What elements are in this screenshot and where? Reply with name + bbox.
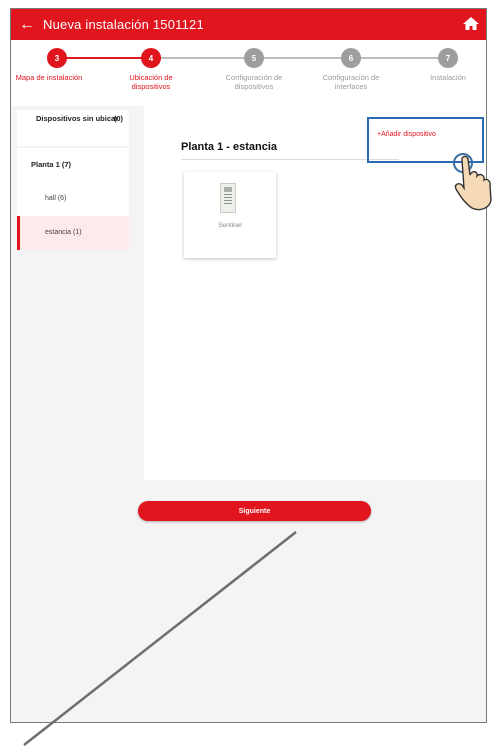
room-title: Planta 1 - estancia: [181, 141, 277, 153]
stepper-connector: [57, 57, 151, 59]
device-card-label: Sentinel: [218, 222, 242, 229]
step-7-label: Instalación: [430, 73, 466, 82]
step-6-dot[interactable]: 6: [341, 48, 361, 68]
step-5-dot[interactable]: 5: [244, 48, 264, 68]
device-card[interactable]: Sentinel: [184, 172, 276, 258]
sidebar-item-unplaced-devices[interactable]: Dispositivos sin ubicar (0): [17, 110, 129, 146]
app-window: ← Nueva instalación 1501121 3 4 5 6 7 Ma…: [10, 8, 487, 723]
sidebar-item-room-hall[interactable]: hall (6): [17, 182, 129, 216]
stepper-connector: [151, 57, 451, 59]
page-title: Nueva instalación 1501121: [43, 17, 204, 32]
step-4-label: Ubicación de dispositivos: [129, 73, 173, 91]
step-5-label: Configuración de dispositivos: [225, 73, 283, 91]
app-bar: ← Nueva instalación 1501121: [11, 9, 486, 40]
step-3-label: Mapa de instalación: [15, 73, 83, 82]
wizard-stepper: 3 4 5 6 7 Mapa de instalación Ubicación …: [11, 40, 486, 106]
room-devices-panel: Planta 1 - estancia +Añadir dispositivo …: [144, 104, 486, 480]
step-4-dot[interactable]: 4: [141, 48, 161, 68]
back-arrow-icon[interactable]: ←: [11, 9, 43, 40]
unplaced-devices-label: Dispositivos sin ubicar: [36, 114, 119, 123]
step-7-dot[interactable]: 7: [438, 48, 458, 68]
next-button[interactable]: Siguiente: [138, 501, 371, 521]
step-3-dot[interactable]: 3: [47, 48, 67, 68]
add-device-link[interactable]: +Añadir dispositivo: [377, 131, 436, 138]
step-6-label: Configuración de interfaces: [322, 73, 380, 91]
home-icon[interactable]: [462, 14, 480, 34]
add-device-highlight: +Añadir dispositivo: [367, 117, 484, 163]
room-sidebar: Dispositivos sin ubicar (0) Planta 1 (7)…: [17, 110, 129, 250]
thermostat-device-icon: [220, 183, 236, 213]
sidebar-item-floor[interactable]: Planta 1 (7): [17, 148, 129, 182]
sidebar-item-room-estancia[interactable]: estancia (1): [17, 216, 129, 250]
unplaced-devices-count: (0): [113, 114, 123, 123]
